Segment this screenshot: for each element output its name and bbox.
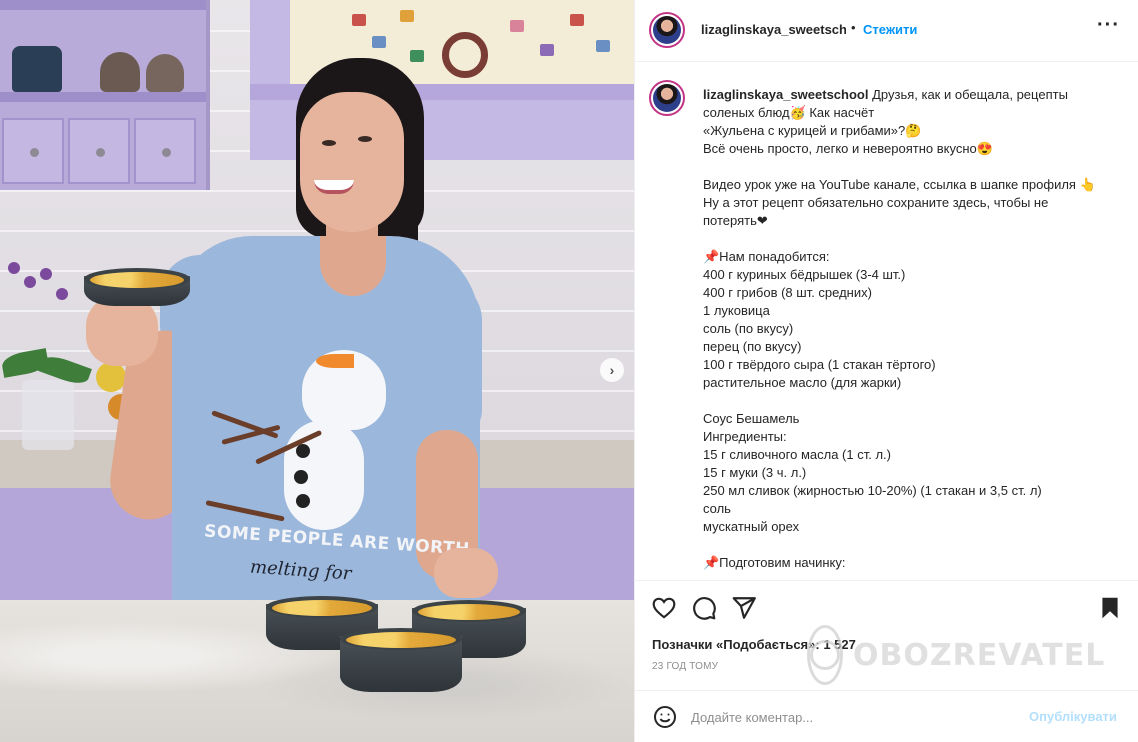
more-options-button[interactable]: ··· xyxy=(1097,14,1120,37)
send-icon xyxy=(732,597,756,619)
comment-button[interactable] xyxy=(691,595,717,621)
bookmark-icon xyxy=(1102,597,1118,619)
follow-button[interactable]: Стежити xyxy=(863,22,917,37)
next-slide-button[interactable]: › xyxy=(600,358,624,382)
watermark-logo xyxy=(807,625,843,685)
post-timestamp[interactable]: 23 год тому xyxy=(652,661,718,672)
emoji-icon xyxy=(654,706,676,728)
wreath-magnet xyxy=(442,32,488,78)
heart-icon xyxy=(652,597,676,619)
post-side-panel: lizaglinskaya_sweetschool • Стежити ··· … xyxy=(634,0,1138,742)
comment-icon xyxy=(693,597,716,620)
obozrevatel-watermark: OBOZREVATEL xyxy=(807,625,1104,685)
more-horizontal-icon: ··· xyxy=(1097,14,1120,36)
left-hand xyxy=(86,296,158,366)
share-button[interactable] xyxy=(731,595,757,621)
right-hand xyxy=(434,548,498,598)
like-button[interactable] xyxy=(651,595,677,621)
emoji-button[interactable] xyxy=(653,705,677,729)
author-avatar[interactable] xyxy=(649,12,685,48)
post-header: lizaglinskaya_sweetschool • Стежити ··· xyxy=(635,0,1138,62)
chevron-right-icon: › xyxy=(609,362,615,378)
author-username[interactable]: lizaglinskaya_sweetschool xyxy=(701,22,846,37)
upper-cabinet xyxy=(0,0,210,190)
post-actions: Позначки «Подобається»: 1 527 23 год том… xyxy=(635,580,1138,690)
ramekin-3 xyxy=(340,628,462,692)
ramekin-held xyxy=(84,268,190,306)
orchid-pot xyxy=(22,380,74,450)
instagram-post-modal: SOME PEOPLE ARE WORTH melting for › liza… xyxy=(0,0,1138,742)
post-photo[interactable]: SOME PEOPLE ARE WORTH melting for › xyxy=(0,0,634,742)
publish-button[interactable]: Опублікувати xyxy=(1029,709,1117,724)
comment-input[interactable] xyxy=(691,707,1011,727)
caption-area[interactable]: lizaglinskaya_sweetschool Друзья, как и … xyxy=(635,62,1138,580)
caption-avatar[interactable] xyxy=(649,80,685,116)
save-button[interactable] xyxy=(1097,595,1123,621)
caption-username[interactable]: lizaglinskaya_sweetschool xyxy=(703,87,868,102)
caption-text: lizaglinskaya_sweetschool Друзья, как и … xyxy=(703,87,1096,570)
face xyxy=(300,92,404,232)
comment-bar: Опублікувати xyxy=(635,690,1138,742)
